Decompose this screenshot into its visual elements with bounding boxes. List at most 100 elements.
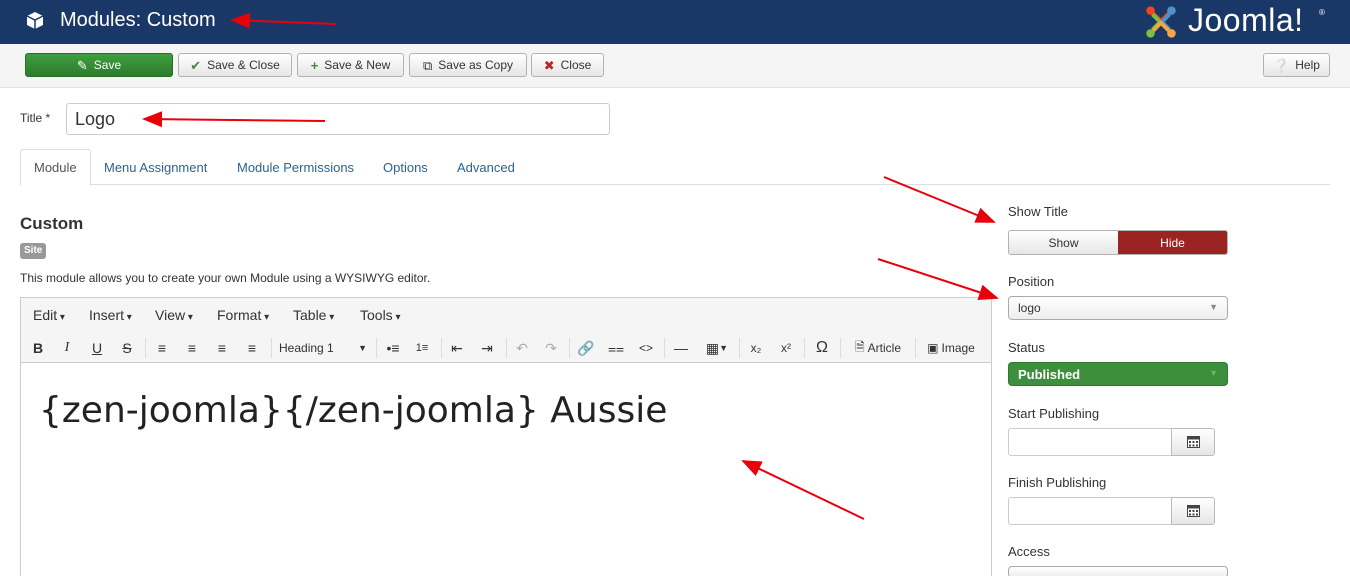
- tab-bar: Module Menu Assignment Module Permission…: [20, 149, 1330, 186]
- finish-publishing-calendar-button[interactable]: [1171, 497, 1215, 525]
- article-label: Article: [867, 341, 901, 355]
- save-copy-button[interactable]: ⧉ Save as Copy: [409, 53, 527, 77]
- editor-toolbar: B I U S ≡ ≡ ≡ ≡ Heading 1 ▼ •≡ 1≡ ⇤ ⇥ ↶ …: [21, 333, 991, 363]
- outdent-icon[interactable]: ⇤: [447, 337, 467, 359]
- superscript-icon[interactable]: x²: [776, 337, 796, 359]
- underline-icon[interactable]: U: [88, 337, 106, 359]
- finish-publishing-label: Finish Publishing: [1008, 475, 1107, 490]
- save-button[interactable]: ✎ Save: [25, 53, 173, 77]
- module-description: This module allows you to create your ow…: [20, 271, 431, 285]
- tab-advanced[interactable]: Advanced: [444, 149, 528, 185]
- start-publishing-calendar-button[interactable]: [1171, 428, 1215, 456]
- toolbar: ✎ Save ✔ Save & Close + Save & New ⧉ Sav…: [0, 44, 1350, 88]
- question-icon: ❔: [1273, 57, 1290, 73]
- redo-icon[interactable]: ↷: [541, 337, 561, 359]
- toolbar-divider: [664, 338, 665, 358]
- access-select[interactable]: [1008, 566, 1228, 576]
- menu-table[interactable]: Table: [293, 307, 334, 323]
- access-label: Access: [1008, 544, 1050, 559]
- status-select[interactable]: Published ▼: [1008, 362, 1228, 386]
- subscript-icon[interactable]: x₂: [746, 337, 766, 359]
- show-title-toggle: Show Hide: [1008, 230, 1228, 255]
- numbered-list-icon[interactable]: 1≡: [412, 337, 432, 359]
- chevron-down-icon: ▼: [358, 343, 367, 353]
- toolbar-divider: [804, 338, 805, 358]
- unlink-icon[interactable]: ⩵: [606, 337, 626, 359]
- special-character-icon[interactable]: Ω: [811, 337, 833, 359]
- undo-icon[interactable]: ↶: [512, 337, 532, 359]
- close-label: Close: [560, 58, 592, 72]
- save-copy-label: Save as Copy: [438, 58, 513, 72]
- position-label: Position: [1008, 274, 1055, 289]
- code-icon[interactable]: <>: [635, 337, 657, 359]
- title-input[interactable]: [66, 103, 610, 135]
- bullet-list-icon[interactable]: •≡: [383, 337, 403, 359]
- wysiwyg-editor: Edit Insert View Format Table Tools B I …: [20, 297, 992, 576]
- horizontal-rule-icon[interactable]: —: [671, 337, 691, 359]
- plus-icon: +: [310, 57, 319, 73]
- copy-icon: ⧉: [422, 57, 433, 73]
- help-button[interactable]: ❔ Help: [1263, 53, 1330, 77]
- tab-options[interactable]: Options: [370, 149, 441, 185]
- strikethrough-icon[interactable]: S: [118, 337, 136, 359]
- align-center-icon[interactable]: ≡: [182, 337, 202, 359]
- check-icon: ✔: [190, 57, 202, 73]
- editor-menubar: Edit Insert View Format Table Tools: [21, 298, 991, 333]
- chevron-down-icon: ▼: [1209, 368, 1218, 378]
- arrow-to-position: [877, 258, 999, 300]
- toolbar-divider: [441, 338, 442, 358]
- align-right-icon[interactable]: ≡: [212, 337, 232, 359]
- start-publishing-input[interactable]: [1008, 428, 1172, 456]
- menu-tools[interactable]: Tools: [360, 307, 401, 323]
- align-justify-icon[interactable]: ≡: [242, 337, 262, 359]
- tab-module[interactable]: Module: [20, 149, 91, 186]
- close-button[interactable]: ✖ Close: [531, 53, 604, 77]
- finish-publishing-input[interactable]: [1008, 497, 1172, 525]
- save-close-button[interactable]: ✔ Save & Close: [178, 53, 292, 77]
- show-title-show-option[interactable]: Show: [1009, 231, 1118, 254]
- title-label: Title *: [20, 111, 51, 125]
- add-document-icon: 🗎: [855, 339, 865, 354]
- menu-edit[interactable]: Edit: [33, 307, 65, 323]
- cube-icon: [26, 12, 44, 29]
- chevron-down-icon: ▼: [1209, 302, 1218, 312]
- edit-icon: ✎: [76, 57, 88, 73]
- save-label: Save: [93, 58, 122, 72]
- bold-icon[interactable]: B: [29, 337, 47, 359]
- italic-icon[interactable]: I: [58, 337, 76, 359]
- position-select[interactable]: logo ▼: [1008, 296, 1228, 320]
- link-icon[interactable]: 🔗: [576, 337, 596, 359]
- show-title-hide-option[interactable]: Hide: [1118, 231, 1227, 254]
- toolbar-divider: [506, 338, 507, 358]
- status-value: Published: [1018, 367, 1081, 382]
- toolbar-divider: [376, 338, 377, 358]
- save-new-button[interactable]: + Save & New: [297, 53, 404, 77]
- page-title: Modules: Custom: [60, 9, 216, 31]
- menu-format[interactable]: Format: [217, 307, 269, 323]
- format-select-value: Heading 1: [279, 341, 334, 355]
- status-label: Status: [1008, 340, 1045, 355]
- table-icon[interactable]: ▦ ▼: [702, 337, 732, 359]
- calendar-icon: [1186, 505, 1200, 517]
- tab-menu-assignment[interactable]: Menu Assignment: [91, 149, 220, 185]
- indent-icon[interactable]: ⇥: [477, 337, 497, 359]
- image-label: Image: [941, 341, 975, 355]
- joomla-logo-icon: [1146, 6, 1176, 38]
- brand-trademark: ®: [1319, 8, 1325, 17]
- position-value: logo: [1018, 301, 1041, 315]
- format-select[interactable]: Heading 1 ▼: [279, 337, 369, 359]
- article-button[interactable]: 🗎 Article: [847, 337, 909, 359]
- help-label: Help: [1295, 58, 1320, 72]
- tab-module-permissions[interactable]: Module Permissions: [224, 149, 367, 185]
- save-close-label: Save & Close: [207, 58, 280, 72]
- editor-content[interactable]: {zen-joomla}{/zen-joomla} Aussie: [39, 390, 667, 431]
- save-new-label: Save & New: [324, 58, 391, 72]
- header-bar: Modules: Custom Joomla! ®: [0, 0, 1350, 44]
- toolbar-divider: [840, 338, 841, 358]
- menu-view[interactable]: View: [155, 307, 193, 323]
- toolbar-divider: [145, 338, 146, 358]
- align-left-icon[interactable]: ≡: [152, 337, 172, 359]
- image-button[interactable]: ▣ Image: [922, 337, 980, 359]
- toolbar-divider: [271, 338, 272, 358]
- menu-insert[interactable]: Insert: [89, 307, 132, 323]
